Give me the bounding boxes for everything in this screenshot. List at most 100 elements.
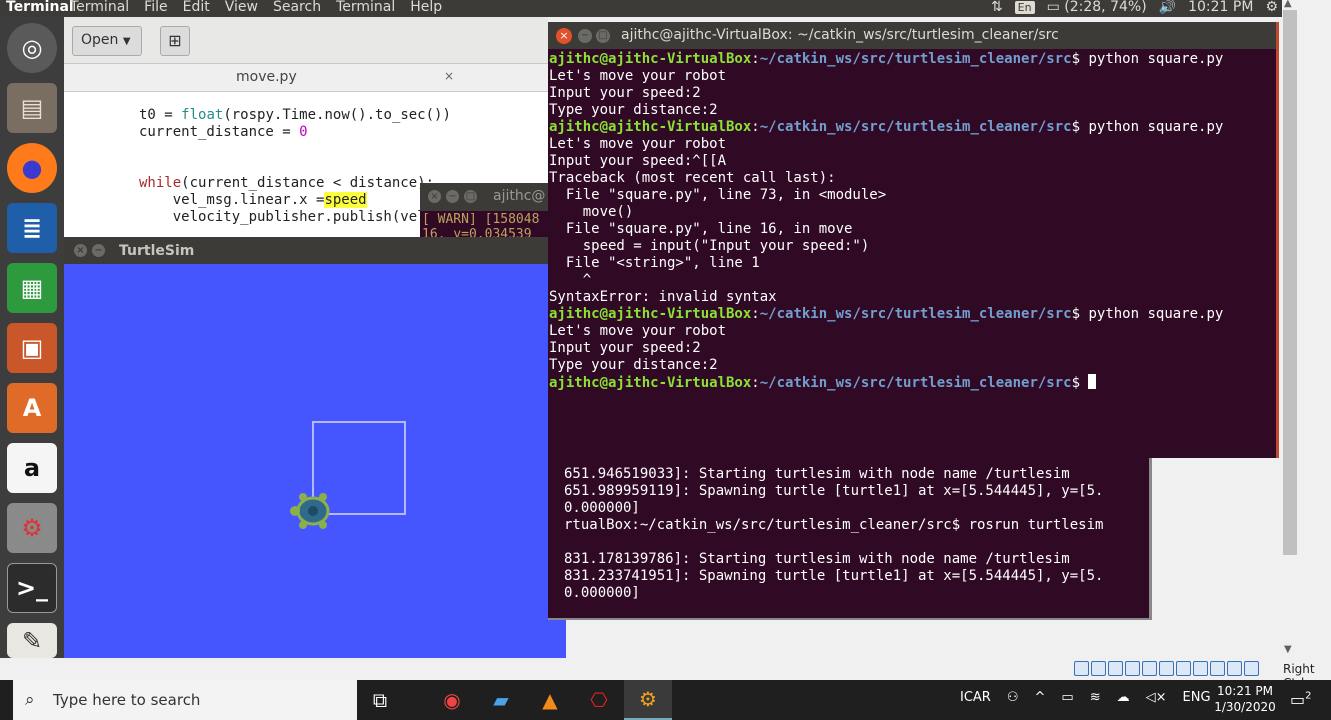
terminal-window-roscore[interactable]: 651.946519033]: Starting turtlesim with …	[548, 458, 1152, 620]
virtualbox-icon[interactable]: ▰	[477, 680, 525, 720]
menu-search[interactable]: Search	[273, 0, 321, 15]
impress-icon[interactable]: ▣	[7, 323, 57, 373]
text-editor-icon[interactable]: ✎	[7, 623, 57, 658]
mouse-integration-icon[interactable]	[1244, 661, 1259, 676]
tray-label[interactable]: ICAR	[960, 690, 991, 705]
prompt-path: ~/catkin_ws/src/turtlesim_cleaner/src	[759, 306, 1072, 322]
audio-icon[interactable]	[1108, 661, 1123, 676]
prompt-separator: :	[751, 375, 760, 391]
software-center-icon[interactable]: A	[7, 383, 57, 433]
close-icon[interactable]: ×	[556, 28, 572, 44]
terminal-window-warn[interactable]: × − □ ajithc@ [ WARN] [158048 16, y=0.034…	[420, 183, 548, 237]
language-indicator[interactable]: ENG	[1183, 690, 1211, 705]
code-line: velocity_publisher.publish(vel_msg)	[139, 209, 468, 226]
ubuntu-vm-taskbar-icon[interactable]: ⚙	[624, 680, 672, 720]
chrome-icon[interactable]: ◉	[428, 680, 476, 720]
window-titlebar[interactable]: × − TurtleSim	[64, 237, 566, 264]
optical-drive-icon[interactable]	[1091, 661, 1106, 676]
guest-additions-icon[interactable]	[1227, 661, 1242, 676]
ubuntu-dash-icon[interactable]: ◎	[7, 23, 57, 73]
matlab-icon[interactable]: ▲	[526, 680, 574, 720]
output-line: rtualBox:~/catkin_ws/src/turtlesim_clean…	[564, 517, 1104, 533]
acrobat-icon[interactable]: ⎔	[575, 680, 623, 720]
menu-view[interactable]: View	[225, 0, 258, 15]
window-titlebar[interactable]: × − □ ajithc@ajithc-VirtualBox: ~/catkin…	[548, 22, 1276, 49]
calc-icon[interactable]: ▦	[7, 263, 57, 313]
close-icon[interactable]: ×	[444, 69, 454, 83]
vm-vertical-scrollbar[interactable]: ▲ ▼	[1282, 0, 1331, 658]
tab-move-py[interactable]: move.py ×	[64, 64, 548, 92]
search-box[interactable]: ⌕ Type here to search	[13, 680, 357, 720]
terminal-output: [ WARN] [158048 16, y=0.034539	[420, 211, 548, 237]
close-icon[interactable]: ×	[428, 190, 441, 203]
start-button[interactable]	[0, 680, 13, 720]
menu-terminal[interactable]: Terminal	[70, 0, 129, 15]
menu-help[interactable]: Help	[410, 0, 442, 15]
people-icon[interactable]: ⚇	[1007, 690, 1019, 705]
prompt-command: python square.py	[1088, 51, 1224, 67]
prompt-symbol: $	[1071, 119, 1089, 135]
new-document-button[interactable]: ⊞	[160, 26, 190, 56]
menu-terminal-2[interactable]: Terminal	[336, 0, 395, 15]
clock[interactable]: 10:21 PM	[1188, 0, 1253, 15]
maximize-icon[interactable]: □	[464, 190, 477, 203]
prompt-user-host: ajithc@ajithc-VirtualBox	[549, 375, 752, 391]
shared-folder-icon[interactable]	[1159, 661, 1174, 676]
scroll-down-icon[interactable]: ▼	[1284, 644, 1292, 655]
writer-icon[interactable]: ≣	[7, 203, 57, 253]
prompt-separator: :	[751, 119, 760, 135]
terminal-window-main[interactable]: × − □ ajithc@ajithc-VirtualBox: ~/catkin…	[548, 22, 1279, 458]
prompt-path: ~/catkin_ws/src/turtlesim_cleaner/src	[759, 119, 1072, 135]
display-icon[interactable]	[1176, 661, 1191, 676]
taskbar-clock[interactable]: 10:21 PM 1/30/2020	[1212, 683, 1278, 715]
volume-icon[interactable]: ◁×	[1146, 690, 1167, 705]
volume-icon[interactable]: 🔊	[1159, 0, 1176, 15]
window-titlebar[interactable]: × − □ ajithc@	[420, 183, 548, 211]
prompt-command: python square.py	[1088, 119, 1224, 135]
onedrive-icon[interactable]: ☁	[1117, 690, 1130, 705]
network-icon[interactable]	[1125, 661, 1140, 676]
app-menu-bar: Terminal File Edit View Search Terminal …	[70, 0, 442, 15]
minimize-icon[interactable]: −	[92, 244, 105, 257]
firefox-icon[interactable]: ●	[7, 143, 57, 193]
gedit-toolbar: Open ▼ ⊞	[64, 17, 548, 64]
search-placeholder: Type here to search	[53, 691, 201, 709]
tab-label: move.py	[236, 69, 297, 85]
hard-disk-icon[interactable]	[1074, 661, 1089, 676]
code-token: current_distance =	[139, 124, 300, 140]
scrollbar-thumb[interactable]	[1283, 10, 1297, 555]
close-icon[interactable]: ×	[74, 244, 87, 257]
recording-icon[interactable]	[1193, 661, 1208, 676]
code-editor[interactable]: t0 = float(rospy.Time.now().to_sec()) cur…	[139, 107, 468, 226]
turtle-icon	[290, 493, 330, 529]
wifi-icon[interactable]: ≋	[1090, 690, 1101, 705]
battery-indicator[interactable]: ▭ (2:28, 74%)	[1047, 0, 1147, 15]
output-line: Traceback (most recent call last):	[549, 170, 836, 186]
minimize-icon[interactable]: −	[446, 190, 459, 203]
battery-icon[interactable]: ▭	[1061, 690, 1073, 705]
minimize-icon[interactable]: −	[578, 29, 592, 43]
gear-icon[interactable]: ⚙	[1265, 0, 1278, 15]
cpu-icon[interactable]	[1210, 661, 1225, 676]
settings-icon[interactable]: ⚙	[7, 503, 57, 553]
scroll-up-icon[interactable]: ▲	[1284, 0, 1292, 9]
windows-taskbar: ⌕ Type here to search ⧉ ◉ ▰ ▲ ⎔ ⚙ ICAR ⚇…	[0, 680, 1331, 720]
usb-icon[interactable]	[1142, 661, 1157, 676]
terminal-output[interactable]: ajithc@ajithc-VirtualBox:~/catkin_ws/src…	[548, 49, 1276, 391]
chevron-up-icon[interactable]: ^	[1035, 690, 1046, 705]
maximize-icon[interactable]: □	[596, 29, 610, 43]
network-transfer-icon[interactable]: ⇅	[991, 0, 1003, 15]
menu-edit[interactable]: Edit	[183, 0, 210, 15]
turtle-path-drawing	[290, 421, 406, 529]
amazon-icon[interactable]: a	[7, 443, 57, 493]
prompt-line: ajithc@ajithc-VirtualBox:~/catkin_ws/src…	[549, 119, 1276, 136]
output-line: 0.000000]	[564, 500, 640, 516]
open-button[interactable]: Open ▼	[72, 26, 142, 56]
menu-file[interactable]: File	[144, 0, 167, 15]
notification-center-icon[interactable]: ▭2	[1290, 690, 1312, 709]
keyboard-layout-indicator[interactable]: En	[1014, 0, 1035, 14]
task-view-icon[interactable]: ⧉	[356, 680, 404, 720]
terminal-icon[interactable]: >_	[7, 563, 57, 613]
files-icon[interactable]: ▤	[7, 83, 57, 133]
code-token: t0 =	[139, 107, 182, 123]
